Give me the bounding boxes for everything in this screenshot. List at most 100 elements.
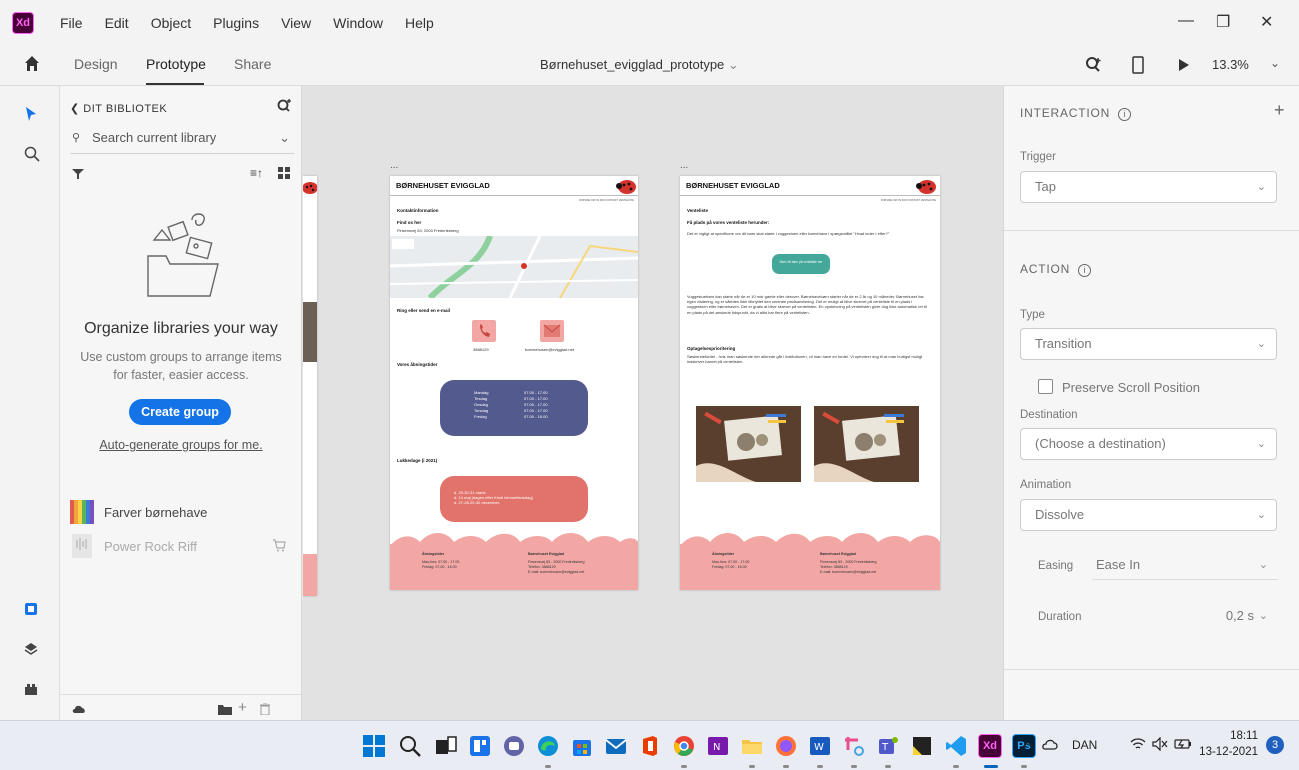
edge-browser-icon[interactable]	[536, 734, 560, 758]
phone-icon	[472, 320, 496, 342]
artboard-menu-icon[interactable]: ...	[390, 160, 398, 171]
invite-user-icon[interactable]	[1084, 56, 1102, 74]
sort-icon[interactable]: ≡↑	[250, 166, 263, 180]
word-icon[interactable]: W	[808, 734, 832, 758]
windows-start-icon[interactable]	[362, 734, 386, 758]
library-back-link[interactable]: ❮ DIT BIBLIOTEK	[70, 102, 167, 115]
chevron-down-icon: ⌄	[1258, 559, 1268, 571]
microsoft-store-icon[interactable]	[570, 734, 594, 758]
vscode-icon[interactable]	[944, 734, 968, 758]
design-canvas[interactable]: ... BØRNEHUSET EVIGGLAD FORSIDE OM OS IN…	[303, 86, 1003, 720]
tray-chevron-up-icon[interactable]	[1022, 739, 1034, 749]
easing-select[interactable]: Ease In ⌄	[1092, 552, 1278, 580]
system-clock[interactable]: 18:11 13-12-2021	[1199, 728, 1258, 760]
trash-icon[interactable]	[260, 703, 270, 715]
snipping-tool-icon[interactable]	[842, 734, 866, 758]
libraries-panel-icon[interactable]	[24, 602, 38, 616]
document-title[interactable]: Børnehuset_evigglad_prototype ⌄	[540, 57, 739, 73]
firefox-browser-icon[interactable]	[774, 734, 798, 758]
type-select[interactable]: Transition ⌄	[1020, 328, 1277, 360]
close-icon[interactable]: ✕	[1260, 12, 1273, 32]
search-icon[interactable]	[398, 734, 422, 758]
create-group-button[interactable]: Create group	[129, 399, 231, 425]
artboard-contact[interactable]: BØRNEHUSET EVIGGLAD FORSIDE OM OS INFO K…	[390, 176, 638, 590]
input-language[interactable]: DAN	[1072, 738, 1097, 752]
battery-charging-icon[interactable]	[1174, 737, 1192, 751]
menu-view[interactable]: View	[281, 15, 311, 31]
animation-select[interactable]: Dissolve ⌄	[1020, 499, 1277, 531]
restore-icon[interactable]: ❐	[1216, 12, 1230, 32]
menu-plugins[interactable]: Plugins	[213, 15, 259, 31]
folder-icon[interactable]	[218, 704, 232, 715]
email-icon	[540, 320, 564, 342]
cloud-icon[interactable]	[72, 704, 86, 714]
footer-address-line-2: Telefon: 3888129	[528, 565, 556, 569]
info-icon[interactable]: i	[1118, 108, 1132, 121]
menu-window[interactable]: Window	[333, 15, 383, 31]
mail-icon[interactable]	[604, 734, 628, 758]
home-icon[interactable]	[24, 55, 40, 73]
menu-edit[interactable]: Edit	[105, 15, 129, 31]
svg-text:T: T	[881, 742, 889, 753]
running-indicator	[953, 765, 959, 768]
header-divider	[680, 195, 940, 196]
wifi-icon[interactable]	[1130, 737, 1146, 751]
library-item-colors[interactable]: Farver børnehave	[70, 500, 207, 524]
hours-time: 07.00 - 17.00	[524, 402, 548, 407]
chevron-down-icon: ⌄	[1258, 610, 1268, 622]
office-icon[interactable]	[638, 734, 662, 758]
xd-logo: Xd	[12, 12, 34, 34]
file-explorer-icon[interactable]	[740, 734, 764, 758]
onedrive-cloud-icon[interactable]	[1042, 738, 1058, 750]
volume-muted-icon[interactable]	[1152, 737, 1168, 751]
auto-generate-groups-link[interactable]: Auto-generate groups for me.	[60, 438, 302, 452]
children-drawing-photo	[696, 406, 801, 482]
play-preview-icon[interactable]	[1178, 58, 1190, 72]
chrome-browser-icon[interactable]	[672, 734, 696, 758]
widgets-icon[interactable]	[468, 734, 492, 758]
add-icon[interactable]: +	[238, 699, 247, 716]
cart-icon[interactable]	[272, 538, 286, 552]
footer-address-line-3: E-mail: boernehusen@evigglad.net	[528, 570, 585, 574]
zoom-level[interactable]: 13.3%	[1212, 57, 1249, 72]
trigger-select[interactable]: Tap ⌄	[1020, 171, 1277, 203]
zoom-chevron-icon[interactable]: ⌄	[1270, 56, 1280, 70]
select-tool-icon[interactable]	[25, 106, 37, 122]
zoom-tool-icon[interactable]	[24, 146, 40, 162]
sticky-notes-icon[interactable]	[910, 734, 934, 758]
artboard-waitlist[interactable]: BØRNEHUSET EVIGGLAD FORSIDE OM OS INFO K…	[680, 176, 940, 590]
teams-icon[interactable]: T	[876, 734, 900, 758]
library-item-audio[interactable]: Power Rock Riff	[70, 534, 197, 558]
library-search-input[interactable]: ⚲ Search current library ⌄	[70, 128, 294, 154]
signup-waitlist-button: Skriv dit barn på venteliste her	[772, 254, 830, 274]
teams-chat-icon[interactable]	[502, 734, 526, 758]
notification-badge[interactable]: 3	[1266, 736, 1284, 754]
info-icon[interactable]: i	[1078, 264, 1092, 277]
search-scope-chevron-icon[interactable]: ⌄	[279, 128, 290, 148]
share-library-icon[interactable]	[276, 98, 292, 114]
destination-select[interactable]: (Choose a destination) ⌄	[1020, 428, 1277, 460]
artboard-menu-icon[interactable]: ...	[680, 160, 688, 171]
library-footer: +	[60, 694, 302, 720]
menu-help[interactable]: Help	[405, 15, 434, 31]
tab-prototype[interactable]: Prototype	[146, 56, 206, 72]
menu-object[interactable]: Object	[151, 15, 191, 31]
filter-icon[interactable]	[72, 168, 84, 180]
tab-design[interactable]: Design	[74, 56, 118, 72]
preserve-scroll-checkbox[interactable]	[1038, 379, 1053, 394]
priority-text: Søskendefordel - hvis man søskende der a…	[687, 354, 923, 365]
grid-view-icon[interactable]	[278, 167, 290, 179]
artboard-partial[interactable]	[303, 176, 317, 596]
tab-share[interactable]: Share	[234, 56, 271, 72]
hours-time: 07.00 - 16.00	[524, 414, 548, 419]
menu-file[interactable]: File	[60, 15, 83, 31]
minimize-icon[interactable]: —	[1178, 12, 1194, 30]
add-interaction-icon[interactable]: +	[1274, 100, 1285, 121]
task-view-icon[interactable]	[434, 734, 458, 758]
duration-select[interactable]: 0,2 s ⌄	[1200, 603, 1278, 631]
layers-panel-icon[interactable]	[24, 642, 38, 656]
adobe-xd-icon[interactable]: Xd	[978, 734, 1002, 758]
device-preview-icon[interactable]	[1132, 56, 1144, 74]
onenote-icon[interactable]: N	[706, 734, 730, 758]
plugins-panel-icon[interactable]	[24, 684, 38, 696]
